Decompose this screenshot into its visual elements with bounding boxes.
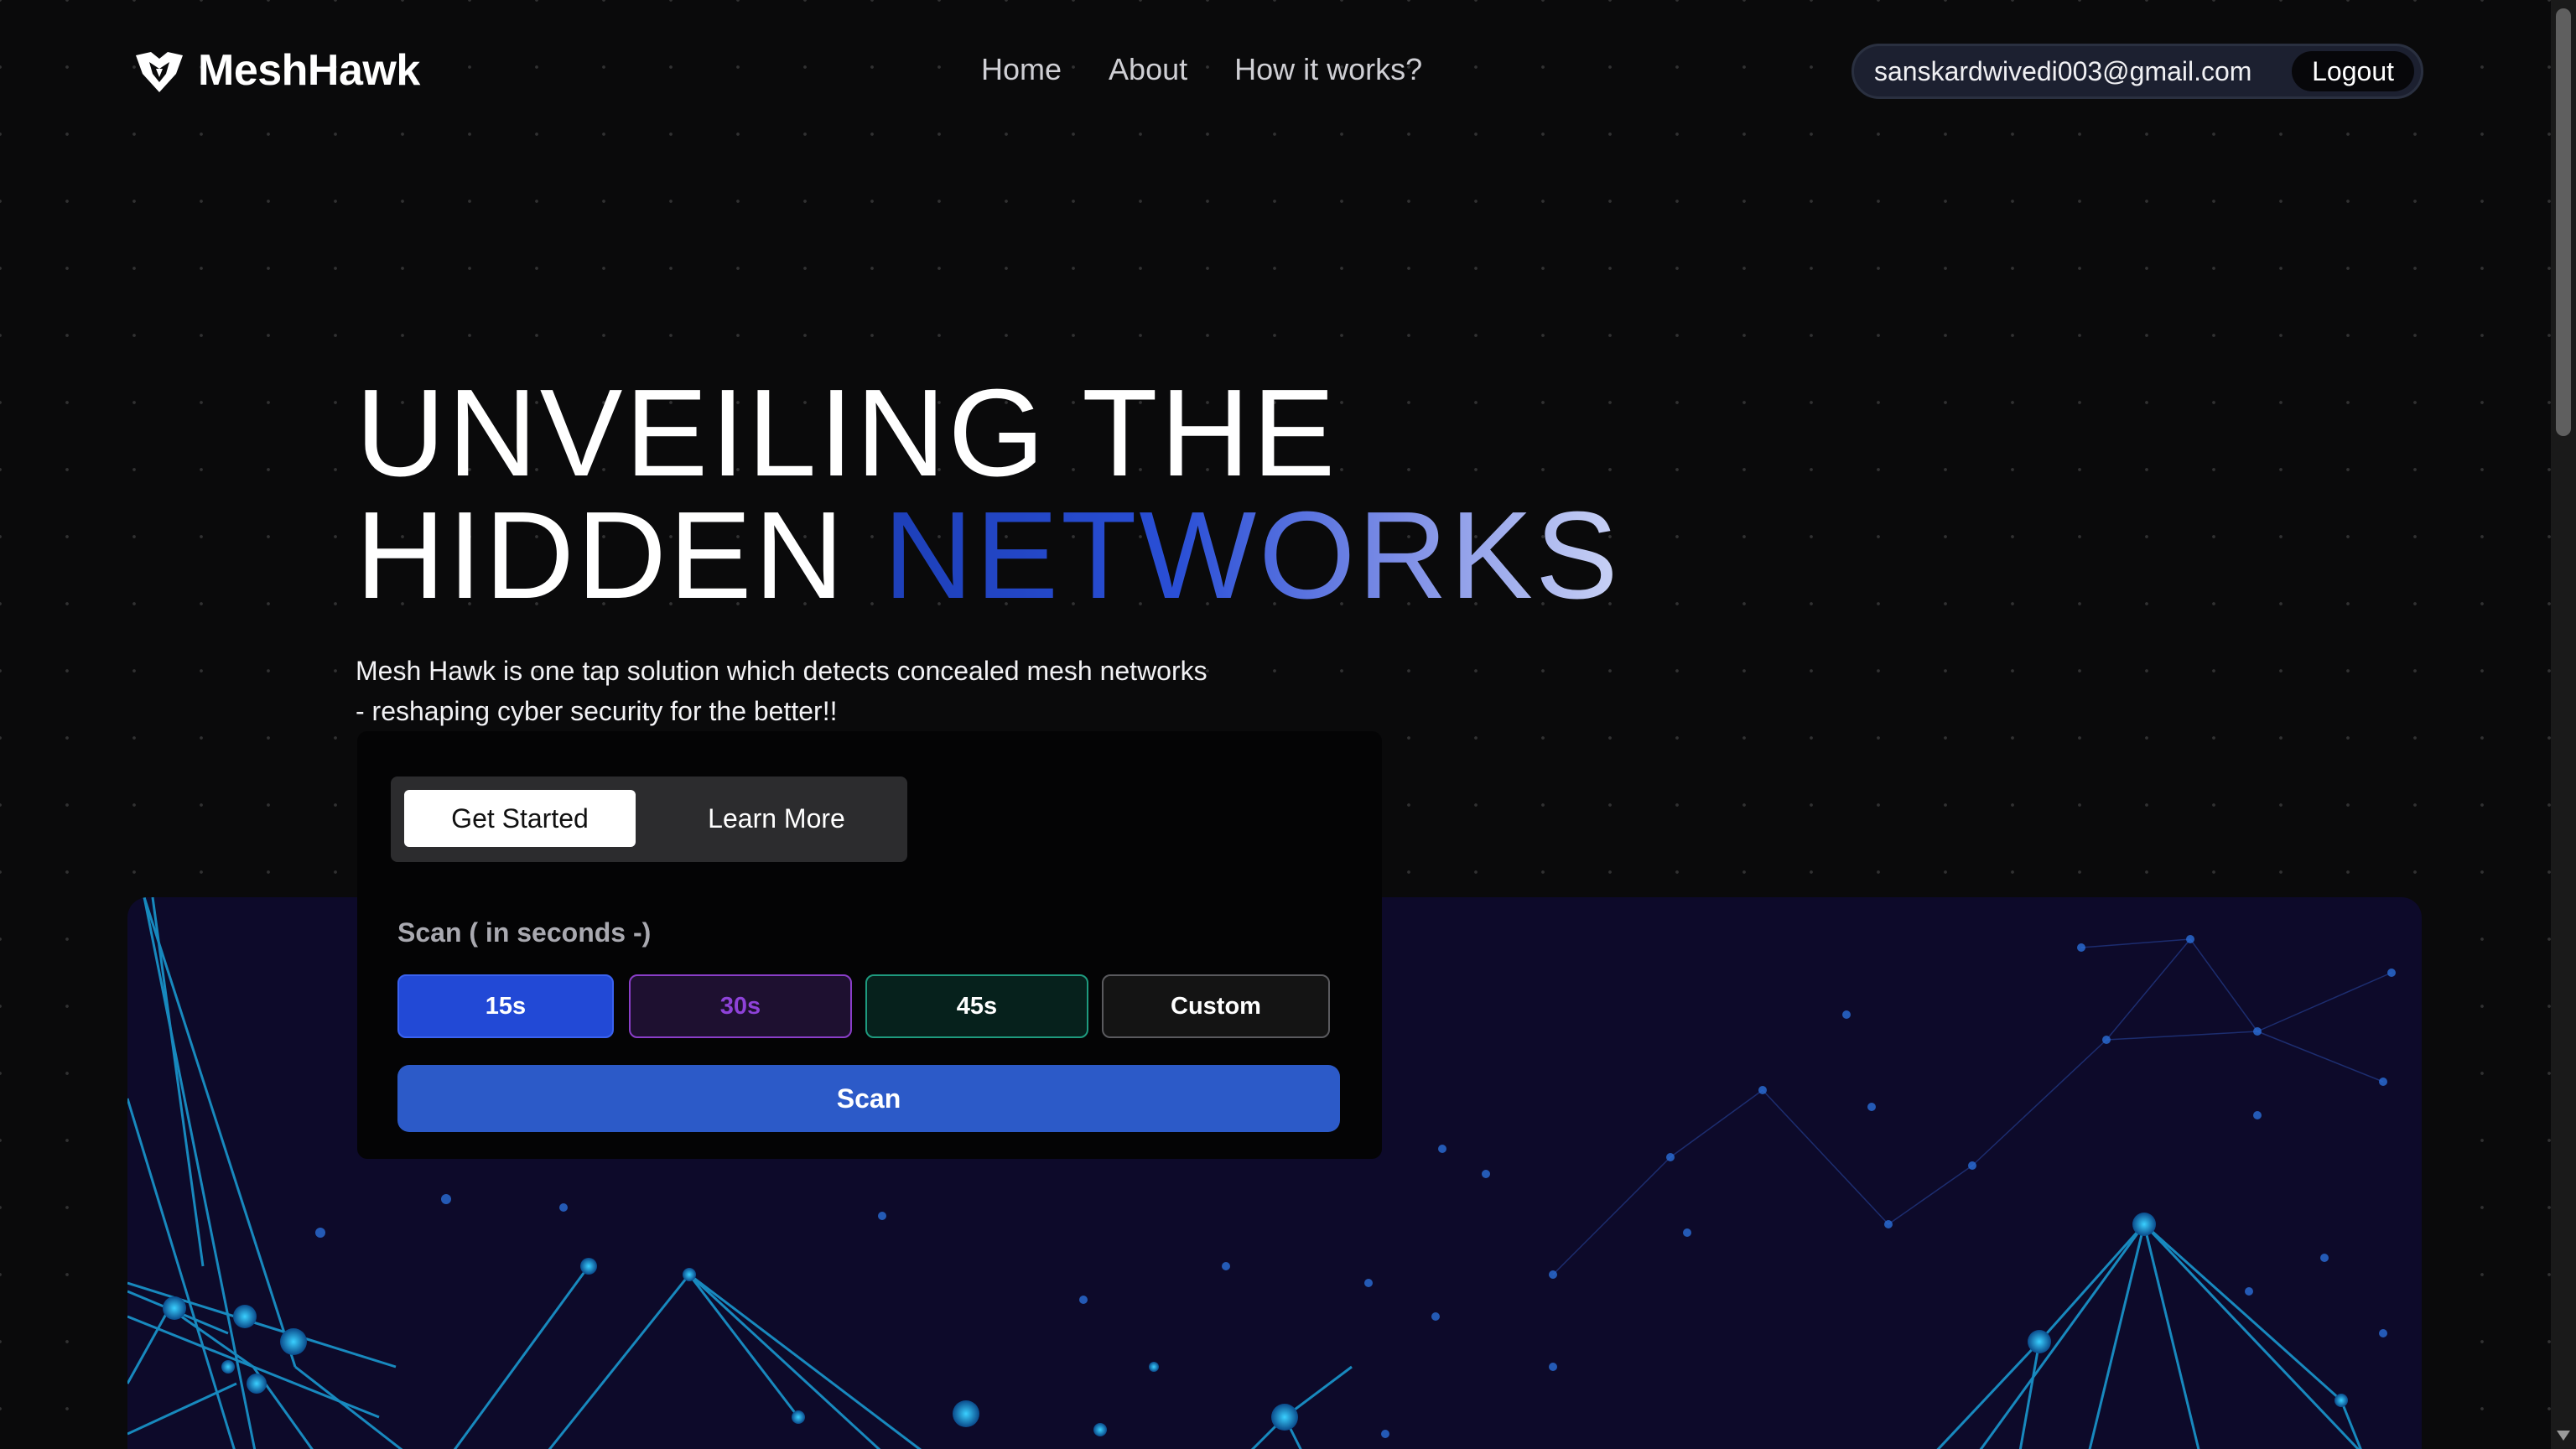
- hero-subtitle-line2: - reshaping cyber security for the bette…: [356, 696, 838, 726]
- hawk-shield-icon: [136, 52, 183, 92]
- brand-name: MeshHawk: [198, 46, 420, 95]
- duration-custom-button[interactable]: Custom: [1102, 974, 1330, 1038]
- user-email: sanskardwivedi003@gmail.com: [1874, 55, 2252, 86]
- logout-button[interactable]: Logout: [2292, 51, 2414, 91]
- user-account-pill: sanskardwivedi003@gmail.com Logout: [1852, 44, 2423, 99]
- hero-subtitle: Mesh Hawk is one tap solution which dete…: [356, 651, 1278, 731]
- nav-home[interactable]: Home: [981, 52, 1062, 87]
- nav-about[interactable]: About: [1109, 52, 1187, 87]
- duration-45s-button[interactable]: 45s: [865, 974, 1088, 1038]
- learn-more-button[interactable]: Learn More: [659, 790, 894, 847]
- hero-subtitle-line1: Mesh Hawk is one tap solution which dete…: [356, 656, 1208, 686]
- hero-title-line2-plain: HIDDEN: [356, 486, 847, 625]
- cta-button-group: Get Started Learn More: [391, 776, 907, 862]
- scan-card: Get Started Learn More Scan ( in seconds…: [357, 731, 1382, 1159]
- scrollbar-thumb[interactable]: [2556, 8, 2571, 436]
- hero-title-accent: NETWORKS: [883, 486, 1621, 625]
- get-started-button[interactable]: Get Started: [404, 790, 636, 847]
- duration-15s-button[interactable]: 15s: [397, 974, 614, 1038]
- main-nav: Home About How it works?: [981, 52, 1422, 87]
- site-header: MeshHawk Home About How it works? sanska…: [0, 0, 2551, 143]
- scan-duration-label: Scan ( in seconds -): [397, 917, 652, 948]
- duration-30s-button[interactable]: 30s: [629, 974, 852, 1038]
- chevron-down-icon[interactable]: [2557, 1431, 2570, 1441]
- scan-button[interactable]: Scan: [397, 1065, 1340, 1132]
- brand-logo[interactable]: MeshHawk: [132, 44, 420, 97]
- hero-title: UNVEILING THE HIDDEN NETWORKS: [356, 371, 1621, 618]
- hero-title-line1: UNVEILING THE: [356, 364, 1338, 502]
- page-scrollbar[interactable]: [2551, 0, 2576, 1449]
- nav-how-it-works[interactable]: How it works?: [1234, 52, 1422, 87]
